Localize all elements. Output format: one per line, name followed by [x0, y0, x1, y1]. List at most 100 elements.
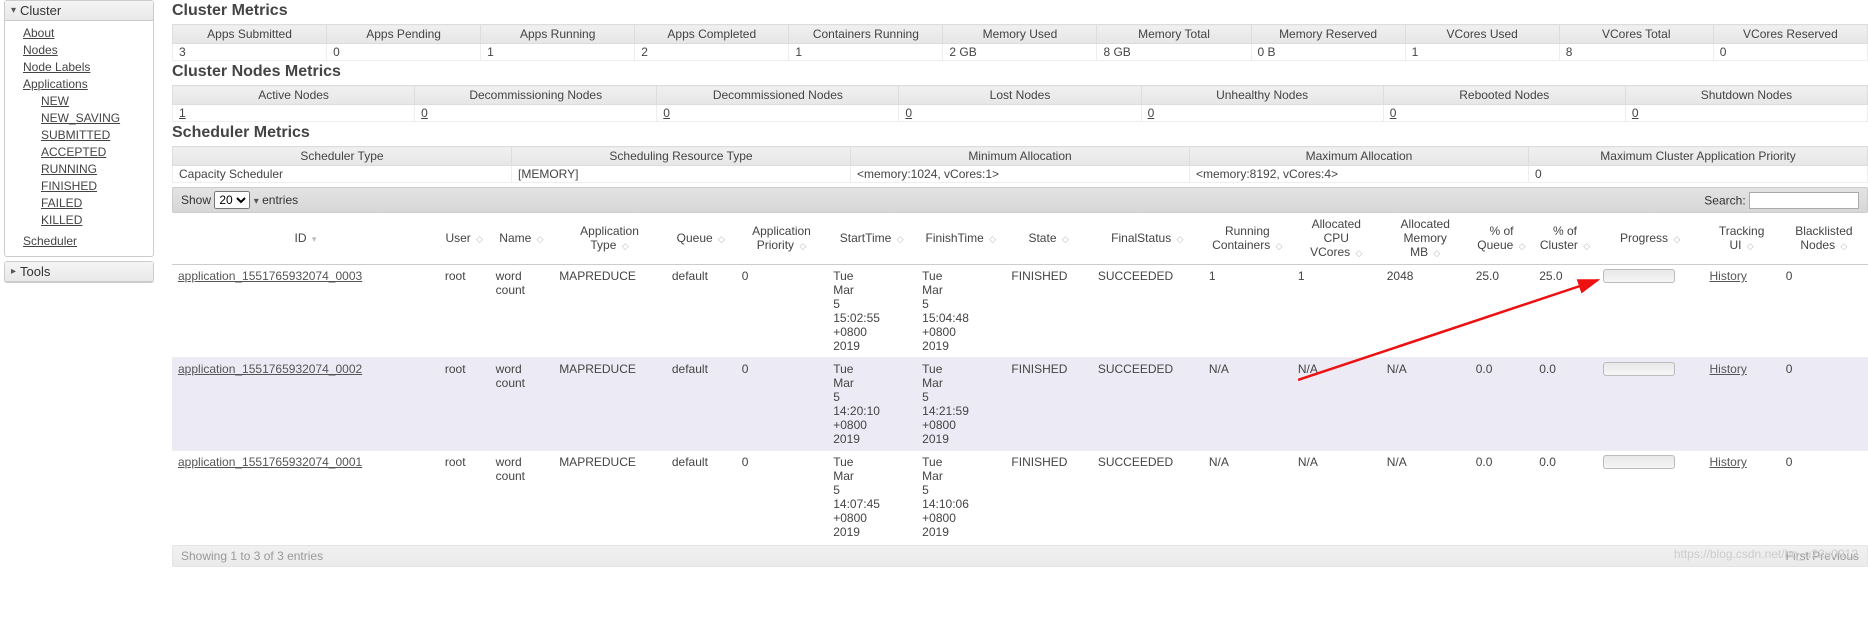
entries-select[interactable]: 20	[214, 191, 250, 209]
metric-value: Capacity Scheduler	[173, 166, 512, 183]
cell-queue: default	[666, 358, 736, 451]
metric-value: 3	[173, 44, 327, 61]
apps-header[interactable]: Progress ◇	[1597, 213, 1704, 265]
tracking-link[interactable]: History	[1710, 362, 1747, 376]
nav-nodes[interactable]: Nodes	[23, 42, 149, 59]
cell-user: root	[439, 358, 490, 451]
metric-value: <memory:1024, vCores:1>	[851, 166, 1190, 183]
search-control: Search:	[1704, 192, 1859, 209]
watermark-text: https://blog.csdn.net/hq_u22u0912	[1674, 547, 1858, 561]
cell-pct-cluster: 0.0	[1533, 451, 1597, 544]
tracking-link[interactable]: History	[1710, 455, 1747, 469]
cell-name: word count	[490, 451, 554, 544]
table-row: application_1551765932074_0001rootword c…	[172, 451, 1868, 544]
nav-state-accepted[interactable]: ACCEPTED	[41, 144, 149, 161]
apps-header[interactable]: ApplicationType ◇	[553, 213, 666, 265]
apps-header[interactable]: Queue ◇	[666, 213, 736, 265]
metric-value: 0	[1141, 105, 1383, 122]
nav-state-killed[interactable]: KILLED	[41, 212, 149, 229]
cell-pct-queue: 0.0	[1470, 451, 1534, 544]
table-row: application_1551765932074_0003rootword c…	[172, 265, 1868, 358]
cell-cpu: N/A	[1292, 451, 1381, 544]
cell-blacklisted: 0	[1780, 265, 1868, 358]
application-link[interactable]: application_1551765932074_0003	[178, 269, 362, 283]
apps-header[interactable]: Allocated MemoryMB ◇	[1381, 213, 1470, 265]
nav-applications[interactable]: Applications	[23, 76, 149, 93]
metric-link[interactable]: 0	[1632, 106, 1639, 120]
nav-about[interactable]: About	[23, 25, 149, 42]
nav-state-running[interactable]: RUNNING	[41, 161, 149, 178]
apps-header[interactable]: Allocated CPUVCores ◇	[1292, 213, 1381, 265]
apps-header[interactable]: % ofCluster ◇	[1533, 213, 1597, 265]
metric-link[interactable]: 0	[1148, 106, 1155, 120]
cell-state: FINISHED	[1005, 358, 1091, 451]
apps-header[interactable]: ApplicationPriority ◇	[736, 213, 827, 265]
metric-value: 0	[657, 105, 899, 122]
metric-link[interactable]: 1	[179, 106, 186, 120]
apps-header[interactable]: State ◇	[1005, 213, 1091, 265]
application-link[interactable]: application_1551765932074_0002	[178, 362, 362, 376]
nav-node-labels[interactable]: Node Labels	[23, 59, 149, 76]
apps-header[interactable]: ID ▾	[172, 213, 439, 265]
apps-header[interactable]: TrackingUI ◇	[1704, 213, 1780, 265]
apps-header[interactable]: User ◇	[439, 213, 490, 265]
cell-state: FINISHED	[1005, 265, 1091, 358]
apps-header[interactable]: StartTime ◇	[827, 213, 916, 265]
apps-header[interactable]: BlacklistedNodes ◇	[1780, 213, 1868, 265]
metric-header: Memory Used	[943, 25, 1097, 44]
nav-state-submitted[interactable]: SUBMITTED	[41, 127, 149, 144]
nav-cluster-header[interactable]: ▾ Cluster	[5, 1, 153, 21]
metric-link[interactable]: 0	[905, 106, 912, 120]
metric-header: Active Nodes	[173, 86, 415, 105]
metric-header: Rebooted Nodes	[1383, 86, 1625, 105]
cell-pct-cluster: 25.0	[1533, 265, 1597, 358]
application-link[interactable]: application_1551765932074_0001	[178, 455, 362, 469]
scheduler-metrics-table: Scheduler TypeScheduling Resource TypeMi…	[172, 146, 1868, 183]
cell-blacklisted: 0	[1780, 451, 1868, 544]
cell-priority: 0	[736, 451, 827, 544]
metric-link[interactable]: 0	[421, 106, 428, 120]
cell-queue: default	[666, 265, 736, 358]
cell-name: word count	[490, 265, 554, 358]
metric-value: 0	[415, 105, 657, 122]
cluster-metrics-title: Cluster Metrics	[172, 2, 1868, 20]
metric-value: 8	[1559, 44, 1713, 61]
metric-link[interactable]: 0	[1390, 106, 1397, 120]
nav-tools-header[interactable]: ▸ Tools	[5, 262, 153, 282]
tracking-link[interactable]: History	[1710, 269, 1747, 283]
nav-state-new-saving[interactable]: NEW_SAVING	[41, 110, 149, 127]
nav-state-new[interactable]: NEW	[41, 93, 149, 110]
datatable-top-bar: Show 20 ▾ entries Search:	[172, 187, 1868, 213]
apps-header[interactable]: Name ◇	[490, 213, 554, 265]
apps-header[interactable]: % ofQueue ◇	[1470, 213, 1534, 265]
metric-header: VCores Reserved	[1713, 25, 1867, 44]
metric-header: Maximum Cluster Application Priority	[1529, 147, 1868, 166]
cell-final: SUCCEEDED	[1092, 265, 1203, 358]
search-input[interactable]	[1749, 192, 1859, 209]
metric-value: 1	[1405, 44, 1559, 61]
metric-value: 0	[1713, 44, 1867, 61]
metric-header: Apps Submitted	[173, 25, 327, 44]
nav-state-failed[interactable]: FAILED	[41, 195, 149, 212]
metric-link[interactable]: 0	[663, 106, 670, 120]
nav-state-finished[interactable]: FINISHED	[41, 178, 149, 195]
cell-tracking: History	[1704, 265, 1780, 358]
metric-header: Scheduler Type	[173, 147, 512, 166]
main-content: Cluster Metrics Apps SubmittedApps Pendi…	[158, 0, 1868, 567]
nav-tools-block: ▸ Tools	[4, 261, 154, 283]
cluster-metrics-table: Apps SubmittedApps PendingApps RunningAp…	[172, 24, 1868, 61]
apps-header[interactable]: FinalStatus ◇	[1092, 213, 1203, 265]
metric-value: <memory:8192, vCores:4>	[1190, 166, 1529, 183]
cell-pct-cluster: 0.0	[1533, 358, 1597, 451]
metric-value: 0	[1529, 166, 1868, 183]
metric-header: Apps Completed	[635, 25, 789, 44]
metric-header: Decommissioning Nodes	[415, 86, 657, 105]
apps-header[interactable]: FinishTime ◇	[916, 213, 1005, 265]
nav-scheduler[interactable]: Scheduler	[23, 233, 149, 250]
apps-header[interactable]: RunningContainers ◇	[1203, 213, 1292, 265]
cell-id: application_1551765932074_0002	[172, 358, 439, 451]
cell-pct-queue: 25.0	[1470, 265, 1534, 358]
nav-cluster-body: About Nodes Node Labels Applications NEW…	[5, 21, 153, 256]
datatable-bottom-bar: Showing 1 to 3 of 3 entries First Previo…	[172, 545, 1868, 567]
metric-header: Apps Running	[481, 25, 635, 44]
